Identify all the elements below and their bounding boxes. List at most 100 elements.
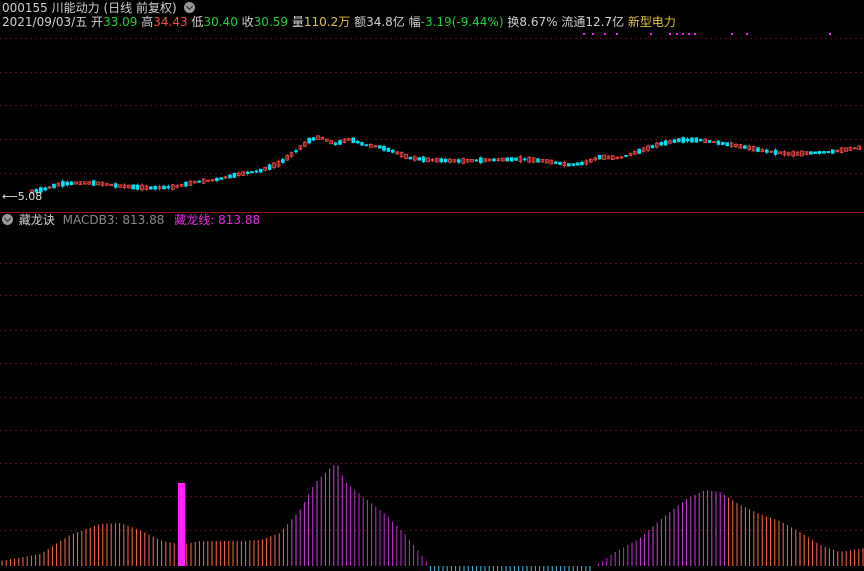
candle-body — [523, 158, 527, 161]
candle-body — [650, 145, 655, 149]
candle-body — [509, 157, 514, 162]
candle-body — [553, 161, 558, 164]
candle-body — [245, 171, 250, 174]
signal-dot — [669, 33, 671, 35]
chart-canvas[interactable] — [0, 0, 864, 571]
candle-body — [439, 158, 443, 163]
min-price-marker: ⟵5.08 — [2, 190, 42, 203]
candle-body — [311, 137, 316, 141]
candle-body — [307, 137, 311, 144]
candle-body — [743, 145, 747, 149]
canglong-label: 藏龙线: — [174, 213, 215, 227]
candle-body — [716, 140, 721, 145]
indicator-header: 藏龙诀 MACDB3: 813.88 藏龙线: 813.88 — [2, 212, 260, 228]
candle-body — [91, 180, 96, 186]
candle-body — [456, 159, 461, 163]
signal-dot — [746, 33, 748, 35]
signal-dot — [829, 33, 831, 35]
candle-body — [637, 148, 641, 154]
candle-body — [351, 137, 355, 143]
candle-body — [694, 137, 699, 143]
candle-body — [408, 156, 413, 160]
candle-body — [153, 186, 158, 190]
candle-body — [197, 180, 202, 183]
signal-dot — [688, 33, 690, 35]
candle-body — [113, 183, 118, 188]
candle-body — [558, 161, 562, 165]
candle-body — [69, 181, 74, 185]
candle-body — [624, 154, 628, 157]
signal-dot — [650, 33, 652, 35]
candle-body — [474, 159, 479, 162]
candle-body — [707, 140, 712, 143]
canglong-value: 813.88 — [218, 213, 261, 227]
signal-dot — [592, 33, 594, 35]
candle-body — [65, 181, 70, 186]
candle-body — [831, 149, 835, 154]
candle-body — [575, 162, 580, 166]
candle-body — [386, 147, 391, 152]
signal-dot — [616, 33, 618, 35]
candle-body — [681, 137, 685, 143]
candle-body — [443, 158, 448, 163]
chevron-down-icon[interactable] — [2, 214, 13, 225]
candle-body — [492, 158, 496, 162]
candle-body — [61, 181, 65, 187]
candle-body — [514, 157, 518, 161]
candle-body — [580, 161, 584, 165]
candle-body — [258, 169, 263, 173]
candle-body — [135, 184, 140, 190]
candle-body — [505, 157, 509, 162]
signal-dot — [583, 33, 585, 35]
candle-body — [536, 158, 540, 163]
candle-body — [333, 142, 338, 146]
candle-body — [817, 151, 822, 154]
candle-body — [338, 139, 342, 145]
candle-body — [773, 149, 778, 155]
candle-body — [360, 142, 364, 146]
candle-body — [826, 151, 831, 154]
candle-body — [690, 137, 694, 143]
candle-body — [382, 145, 386, 151]
candle-body — [214, 178, 219, 182]
candle-body — [184, 181, 188, 187]
candle-body — [721, 142, 725, 145]
candle-body — [43, 187, 47, 191]
candle-body — [659, 142, 663, 146]
signal-dot — [694, 33, 696, 35]
candle-body — [809, 151, 813, 155]
candle-body — [254, 170, 259, 173]
candle-body — [377, 145, 382, 149]
candle-body — [250, 171, 254, 174]
candle-body — [765, 149, 769, 153]
signal-dot — [682, 33, 684, 35]
candle-body — [267, 164, 272, 170]
candle-body — [355, 140, 360, 144]
candle-body — [822, 151, 826, 154]
candle-body — [166, 186, 171, 189]
candle-body — [148, 186, 153, 190]
candle-body — [421, 156, 426, 163]
macdb3-value: 813.88 — [122, 213, 165, 227]
candle-body — [417, 157, 421, 161]
signal-spike-bar — [178, 483, 185, 566]
indicator-name: 藏龙诀 — [18, 213, 55, 227]
min-price-value: 5.08 — [17, 190, 43, 203]
candle-body — [232, 172, 237, 178]
candle-body — [219, 177, 224, 180]
candle-body — [364, 144, 369, 147]
candle-body — [663, 140, 668, 146]
candle-body — [597, 155, 602, 160]
candle-body — [699, 139, 703, 142]
candle-body — [813, 151, 817, 154]
candle-body — [571, 163, 575, 166]
candle-body — [725, 142, 729, 147]
signal-dot — [731, 33, 733, 35]
signal-dot — [604, 33, 606, 35]
candle-body — [756, 147, 760, 152]
macdb3-label: MACDB3: — [62, 213, 119, 227]
candle-body — [280, 159, 285, 163]
candle-body — [294, 150, 298, 153]
candle-body — [162, 185, 166, 190]
candle-body — [672, 139, 677, 143]
